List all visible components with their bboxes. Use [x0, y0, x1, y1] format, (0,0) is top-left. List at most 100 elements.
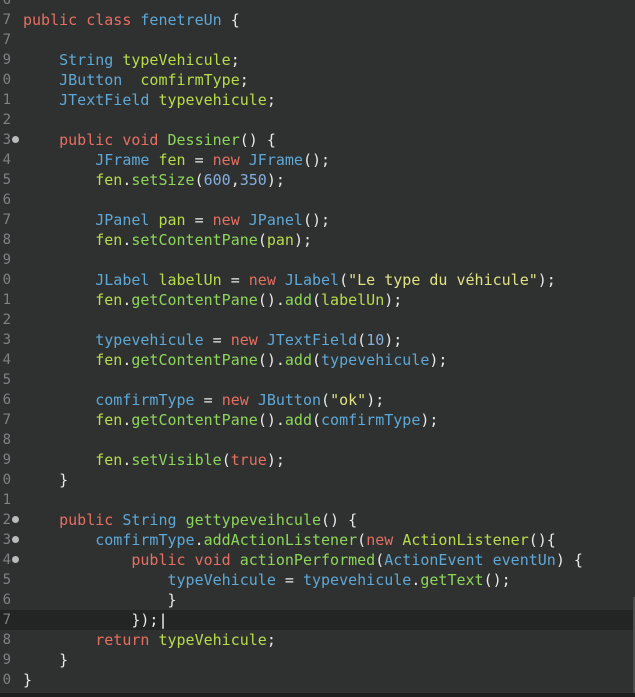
fold-toggle-icon[interactable] — [12, 556, 19, 563]
code-token: ( — [339, 271, 349, 289]
code-token: return — [95, 631, 150, 649]
line-number: 3 — [2, 532, 11, 548]
code-token: } — [23, 671, 33, 689]
code-line[interactable]: 1 JTextField typevehicule; — [0, 90, 635, 110]
code-token: } — [23, 591, 177, 609]
code-token: ; — [230, 51, 240, 69]
code-token: getContentPane — [131, 351, 258, 369]
line-number: 6 — [2, 592, 11, 608]
code-token: setContentPane — [131, 231, 258, 249]
fold-toggle-icon[interactable] — [12, 136, 19, 143]
code-token: } — [23, 471, 69, 489]
code-token: typevehicule — [95, 331, 204, 349]
code-token: setVisible — [131, 451, 222, 469]
code-token: new — [212, 211, 240, 229]
code-line[interactable]: 9 — [0, 250, 635, 270]
code-line[interactable]: 2 — [0, 310, 635, 330]
code-token: ActionListener — [402, 531, 529, 549]
code-line[interactable]: 5 typeVehicule = typevehicule.getText(); — [0, 570, 635, 590]
code-line[interactable]: 0 JButton comfirmType; — [0, 70, 635, 90]
code-token: (); — [302, 211, 331, 229]
fold-toggle-icon[interactable] — [12, 516, 19, 523]
line-number: 7 — [2, 12, 11, 28]
code-line[interactable]: 1 — [0, 490, 635, 510]
fold-toggle-icon[interactable] — [12, 536, 19, 543]
code-line[interactable]: 9 String typeVehicule; — [0, 50, 635, 70]
code-token: ( — [257, 231, 267, 249]
code-line[interactable]: 2 — [0, 110, 635, 130]
code-text: fen.getContentPane().add(typevehicule); — [23, 350, 447, 370]
code-token: , — [230, 171, 240, 189]
code-line[interactable]: 6 } — [0, 590, 635, 610]
code-text: fen.getContentPane().add(comfirmType); — [23, 410, 438, 430]
code-token: JTextField — [59, 91, 150, 109]
code-token: ; — [239, 71, 249, 89]
code-token: comfirmType — [321, 411, 421, 429]
code-line[interactable]: 4 fen.getContentPane().add(typevehicule)… — [0, 350, 635, 370]
code-token: setSize — [131, 171, 195, 189]
code-token: JButton — [257, 391, 322, 409]
code-line[interactable]: 6 comfirmType = new JButton("ok"); — [0, 390, 635, 410]
code-text: } — [23, 670, 32, 690]
code-token: ( — [321, 391, 331, 409]
code-token: comfirmType — [140, 71, 240, 89]
code-line[interactable]: 2 public String gettypeveihcule() { — [0, 510, 635, 530]
code-line[interactable]: 5 fen.setSize(600,350); — [0, 170, 635, 190]
code-line[interactable]: 9 } — [0, 650, 635, 670]
code-line[interactable]: 0} — [0, 670, 635, 690]
code-line[interactable]: 8 fen.setContentPane(pan); — [0, 230, 635, 250]
code-line[interactable]: 4 JFrame fen = new JFrame(); — [0, 150, 635, 170]
code-line[interactable]: 6 — [0, 190, 635, 210]
line-number: 0 — [2, 72, 11, 88]
line-number: 6 — [2, 0, 11, 8]
code-token: ( — [312, 411, 322, 429]
code-text: });| — [23, 610, 167, 630]
code-text: } — [23, 650, 68, 670]
code-token: fenetreUn — [140, 11, 222, 29]
code-line[interactable]: 8 return typeVehicule; — [0, 630, 635, 650]
code-text: } — [23, 470, 68, 490]
code-token: public — [23, 11, 78, 29]
code-line[interactable]: 7 JPanel pan = new JPanel(); — [0, 210, 635, 230]
code-token: JPanel — [95, 211, 150, 229]
code-editor[interactable]: 6 7 public class fenetreUn {7 9 String type… — [0, 0, 635, 697]
code-line[interactable]: 3 public void Dessiner() { — [0, 130, 635, 150]
code-line[interactable]: 3 typevehicule = new JTextField(10); — [0, 330, 635, 350]
code-token: getContentPane — [131, 291, 258, 309]
code-token: fen — [95, 231, 123, 249]
code-line[interactable]: 3 comfirmType.addActionListener(new Acti… — [0, 530, 635, 550]
code-token: public — [59, 131, 114, 149]
line-number: 5 — [2, 172, 11, 188]
code-line[interactable]: 8 — [0, 430, 635, 450]
code-token: labelUn — [321, 291, 385, 309]
code-line[interactable]: 7 fen.getContentPane().add(comfirmType); — [0, 410, 635, 430]
code-line[interactable]: 5 — [0, 370, 635, 390]
code-line[interactable]: 7 });| — [0, 610, 635, 630]
horizontal-scrollbar[interactable] — [0, 693, 635, 697]
code-line[interactable]: 4 public void actionPerformed(ActionEven… — [0, 550, 635, 570]
code-text: fen.setContentPane(pan); — [23, 230, 312, 250]
code-line[interactable]: 6 — [0, 0, 635, 10]
code-line[interactable]: 0 } — [0, 470, 635, 490]
code-line[interactable]: 0 JLabel labelUn = new JLabel("Le type d… — [0, 270, 635, 290]
code-token: { — [221, 11, 240, 29]
code-token: class — [86, 11, 132, 29]
code-line[interactable]: 7 — [0, 30, 635, 50]
code-line[interactable]: 9 fen.setVisible(true); — [0, 450, 635, 470]
code-line[interactable]: 7 public class fenetreUn { — [0, 10, 635, 30]
line-number: 6 — [2, 192, 11, 208]
code-line[interactable]: 1 fen.getContentPane().add(labelUn); — [0, 290, 635, 310]
